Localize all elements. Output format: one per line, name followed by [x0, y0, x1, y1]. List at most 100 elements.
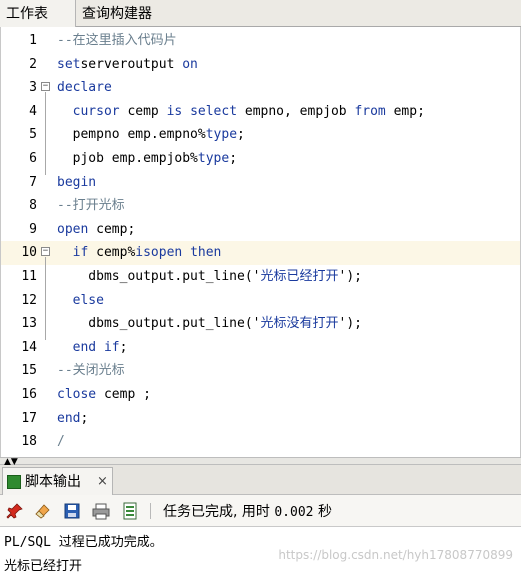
code-line[interactable]: 17 end; — [1, 407, 520, 431]
code-line[interactable]: 14 end if; — [1, 336, 520, 360]
fold-guide — [45, 257, 46, 340]
line-number: 12 — [21, 292, 37, 308]
line-number: 1 — [29, 33, 37, 48]
keyword-token: isopen — [135, 245, 183, 261]
keyword-token: open — [57, 221, 89, 237]
code-text: end if; — [57, 336, 128, 360]
code-line[interactable]: 13 dbms_output.put_line('光标没有打开'); — [1, 312, 520, 336]
code-line[interactable]: 8 --打开光标 — [1, 194, 520, 218]
code-token: serveroutput — [80, 56, 183, 72]
line-number: 3 — [29, 80, 37, 96]
save-icon[interactable] — [63, 502, 81, 520]
line-number: 11 — [21, 269, 37, 284]
tab-worksheet[interactable]: 工作表 — [0, 0, 76, 27]
keyword-token: type — [197, 151, 230, 166]
code-text: end; — [57, 407, 88, 431]
code-line[interactable]: 15 --关闭光标 — [1, 359, 520, 383]
eraser-icon[interactable] — [33, 502, 51, 520]
close-tab-button[interactable]: × — [97, 468, 108, 496]
code-token: dbms_output.put_line(' — [57, 316, 261, 332]
code-text: begin — [57, 171, 96, 195]
code-text: --打开光标 — [57, 194, 125, 218]
code-line[interactable]: 11 dbms_output.put_line('光标已经打开'); — [1, 265, 520, 289]
status-unit: 秒 — [313, 504, 332, 520]
keyword-token: close — [57, 387, 97, 402]
code-token: ; — [229, 151, 238, 166]
code-line[interactable]: 2 setserveroutput on — [1, 53, 520, 77]
string-token: 光标没有打开 — [260, 316, 339, 332]
code-line[interactable]: 1 --在这里插入代码片 — [1, 29, 520, 53]
keyword-token: end — [57, 410, 81, 426]
code-token: empno, empjob — [237, 103, 355, 119]
comment-token: / — [57, 434, 65, 450]
code-line[interactable]: 9 open cemp; — [1, 218, 520, 242]
code-line[interactable]: 3− declare — [1, 76, 520, 100]
comment-token: --关闭光标 — [57, 363, 125, 379]
code-line[interactable]: 4 cursor cemp is select empno, empjob fr… — [1, 100, 520, 124]
output-line: PL/SQL 过程已成功完成。 — [4, 535, 163, 550]
code-line[interactable]: 6 pjob emp.empjob%type; — [1, 147, 520, 171]
line-number: 4 — [29, 103, 37, 119]
line-number: 6 — [29, 151, 37, 166]
code-line[interactable]: 16 close cemp ; — [1, 383, 520, 407]
print-icon[interactable] — [92, 502, 110, 520]
line-number: 17 — [21, 410, 37, 426]
code-line[interactable]: 12 else — [1, 289, 520, 313]
keyword-token: is — [166, 103, 183, 119]
line-number: 13 — [21, 316, 37, 332]
line-number: 18 — [21, 434, 37, 450]
code-text: else — [57, 289, 104, 313]
tab-script-output[interactable]: 脚本输出 × — [2, 467, 113, 495]
code-text: --关闭光标 — [57, 359, 125, 383]
code-editor[interactable]: 1 --在这里插入代码片 2 setserveroutput on 3− declare 4… — [0, 27, 521, 457]
line-number: 10 — [21, 245, 37, 261]
code-text: dbms_output.put_line('光标已经打开'); — [57, 265, 362, 289]
keyword-token: else — [72, 292, 104, 308]
status-time: 0.002 — [274, 505, 314, 520]
string-token: 光标已经打开 — [260, 269, 339, 284]
tab-query-builder[interactable]: 查询构建器 — [76, 0, 158, 27]
code-token: ; — [119, 339, 128, 355]
comment-token: --在这里插入代码片 — [57, 33, 177, 48]
code-line[interactable]: 5 pempno emp.empno%type; — [1, 123, 520, 147]
keyword-token: on — [182, 56, 198, 72]
pin-icon[interactable] — [6, 502, 24, 520]
keyword-token: then — [190, 245, 222, 261]
line-number: 9 — [29, 221, 37, 237]
keyword-token: set — [57, 56, 81, 72]
code-line[interactable]: 10− if cemp%isopen then — [1, 241, 520, 265]
code-token: cemp; — [88, 221, 136, 237]
code-token: '); — [338, 316, 362, 332]
output-line: 光标已经打开 — [4, 559, 83, 574]
code-text: close cemp ; — [57, 383, 151, 407]
code-text: if cemp%isopen then — [57, 241, 222, 265]
code-text: dbms_output.put_line('光标没有打开'); — [57, 312, 362, 336]
fold-guide — [45, 92, 46, 175]
line-number: 16 — [21, 387, 37, 402]
output-toolbar: 任务已完成, 用时 0.002 秒 — [0, 495, 521, 527]
code-token: dbms_output.put_line(' — [57, 269, 261, 284]
code-line[interactable]: 7 begin — [1, 171, 520, 195]
comment-token: --打开光标 — [57, 198, 125, 214]
fold-toggle-icon[interactable]: − — [41, 247, 50, 257]
code-token: cemp% — [88, 245, 136, 261]
fold-toggle-icon[interactable]: − — [41, 82, 50, 92]
watermark: https://blog.csdn.net/hyh17808770899 — [278, 548, 513, 562]
document-icon[interactable] — [121, 502, 139, 520]
keyword-token: select — [190, 103, 238, 119]
task-status: 任务已完成, 用时 0.002 秒 — [163, 495, 332, 530]
code-text: --在这里插入代码片 — [57, 29, 177, 53]
code-text: declare — [57, 76, 112, 100]
output-tabbar: 脚本输出 × — [0, 465, 521, 495]
line-number: 15 — [21, 363, 37, 379]
panel-splitter[interactable] — [0, 457, 521, 465]
code-line[interactable]: 18 / — [1, 430, 520, 454]
line-number: 5 — [29, 127, 37, 143]
keyword-token: from — [354, 103, 386, 119]
line-number: 8 — [29, 198, 37, 214]
code-text: cursor cemp is select empno, empjob from… — [57, 100, 425, 124]
